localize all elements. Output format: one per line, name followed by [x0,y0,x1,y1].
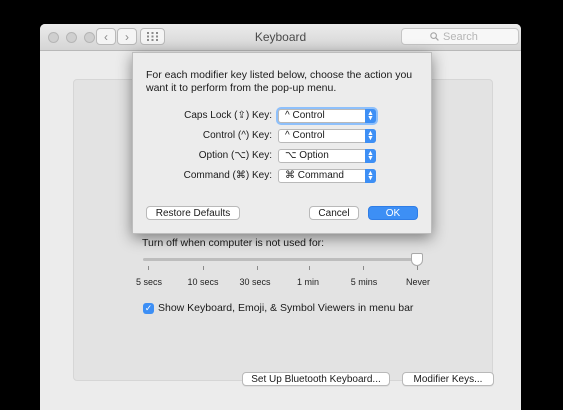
restore-defaults-button[interactable]: Restore Defaults [146,206,240,220]
caps-lock-popup[interactable]: ^ Control ▲ ▼ [278,109,376,123]
modifier-keys-sheet: For each modifier key listed below, choo… [132,52,432,234]
sheet-intro-text: For each modifier key listed below, choo… [146,69,413,94]
command-popup[interactable]: ⌘ Command ▲ ▼ [278,169,376,183]
slider-tick [417,266,418,270]
slider-tick [309,266,310,270]
option-label: Option (⌥) Key: [198,150,272,161]
control-label: Control (^) Key: [202,130,272,141]
cancel-button[interactable]: Cancel [309,206,359,220]
slider-tick [203,266,204,270]
command-label: Command (⌘) Key: [183,170,272,181]
show-viewers-label: Show Keyboard, Emoji, & Symbol Viewers i… [158,302,414,314]
updown-arrow-icon: ▲ ▼ [365,169,376,183]
command-value: ⌘ Command [285,170,344,181]
updown-arrow-icon: ▲ ▼ [365,129,376,143]
caps-lock-label: Caps Lock (⇪) Key: [184,110,272,121]
option-value: ⌥ Option [285,150,329,161]
search-icon [430,32,439,41]
search-placeholder: Search [443,30,478,43]
ok-button[interactable]: OK [368,206,418,220]
tick-label: 5 mins [350,277,378,287]
tick-label: Never [405,277,431,287]
tick-label: 10 secs [187,277,219,287]
slider-tick [363,266,364,270]
slider-knob[interactable] [411,253,423,266]
tick-label: 5 secs [135,277,163,287]
backlight-slider[interactable] [143,258,418,261]
option-popup[interactable]: ⌥ Option ▲ ▼ [278,149,376,163]
tick-label: 1 min [296,277,320,287]
control-value: ^ Control [285,130,325,141]
bluetooth-keyboard-button[interactable]: Set Up Bluetooth Keyboard... [242,372,390,386]
title-bar: ‹ › Keyboard Search [40,24,521,51]
slider-tick [257,266,258,270]
slider-tick [148,266,149,270]
updown-arrow-icon: ▲ ▼ [365,109,376,123]
sleep-label: Turn off when computer is not used for: [142,237,325,249]
show-viewers-checkbox[interactable]: ✓ [143,303,154,314]
search-field[interactable]: Search [401,28,519,45]
modifier-keys-button[interactable]: Modifier Keys... [402,372,494,386]
checkmark-icon: ✓ [144,303,153,313]
updown-arrow-icon: ▲ ▼ [365,149,376,163]
tick-label: 30 secs [239,277,271,287]
caps-lock-value: ^ Control [285,110,325,121]
control-popup[interactable]: ^ Control ▲ ▼ [278,129,376,143]
